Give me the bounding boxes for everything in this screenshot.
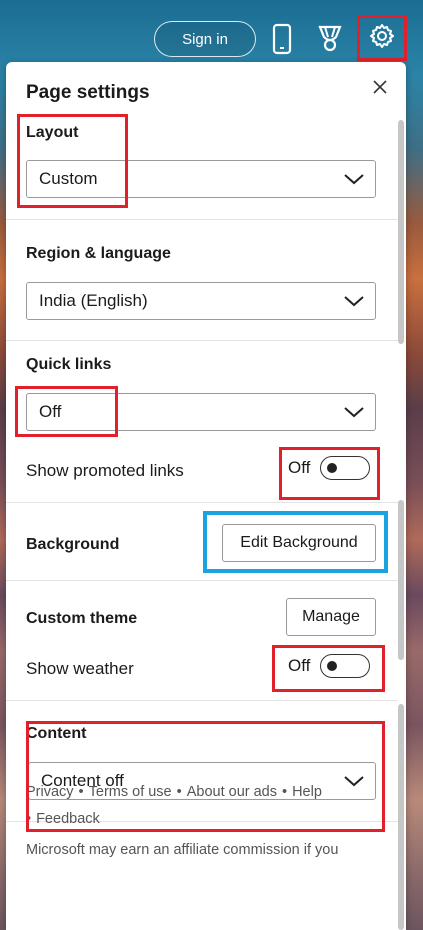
top-bar: Sign in [0, 0, 423, 62]
phone-icon[interactable] [264, 20, 300, 58]
settings-button[interactable] [357, 15, 407, 61]
region-selected-value: India (English) [39, 291, 148, 310]
background-label: Background [26, 536, 120, 553]
about-ads-link[interactable]: About our ads [187, 784, 277, 800]
divider [6, 502, 398, 503]
divider [6, 700, 398, 701]
region-select[interactable]: India (English) [26, 282, 376, 320]
chevron-down-icon [344, 776, 364, 787]
region-label: Region & language [26, 245, 171, 262]
manage-theme-button[interactable]: Manage [286, 598, 376, 636]
layout-label: Layout [26, 124, 79, 141]
chevron-down-icon [344, 407, 364, 418]
custom-theme-label: Custom theme [26, 610, 138, 627]
affiliate-note: Microsoft may earn an affiliate commissi… [26, 842, 339, 858]
feedback-link[interactable]: Feedback [36, 811, 100, 827]
page-settings-panel: Page settings Layout Custom Region & lan… [6, 62, 406, 930]
chevron-down-icon [344, 174, 364, 185]
divider [6, 340, 398, 341]
toggle-switch[interactable] [320, 456, 371, 480]
quick-links-selected-value: Off [39, 402, 62, 421]
panel-title: Page settings [26, 82, 150, 103]
help-link[interactable]: Help [292, 784, 322, 800]
promoted-links-state: Off [288, 458, 311, 477]
sign-in-button[interactable]: Sign in [154, 21, 256, 57]
terms-link[interactable]: Terms of use [89, 784, 172, 800]
footer-links: Privacy • Terms of use • About our ads • Help •… [26, 784, 322, 827]
edit-background-button[interactable]: Edit Background [222, 524, 376, 562]
weather-state: Off [288, 656, 311, 675]
divider [6, 219, 398, 220]
quick-links-select[interactable]: Off [26, 393, 376, 431]
content-label: Content [26, 725, 87, 742]
quick-links-label: Quick links [26, 356, 112, 373]
privacy-link[interactable]: Privacy [26, 784, 74, 800]
weather-toggle[interactable]: Off [288, 654, 371, 678]
toggle-switch[interactable] [320, 654, 371, 678]
close-icon[interactable] [370, 78, 390, 98]
layout-select[interactable]: Custom [26, 160, 376, 198]
trophy-icon[interactable] [312, 20, 348, 58]
divider [6, 580, 398, 581]
chevron-down-icon [344, 296, 364, 307]
layout-selected-value: Custom [39, 169, 98, 188]
scrollbar[interactable] [398, 120, 404, 930]
weather-label: Show weather [26, 659, 134, 678]
promoted-links-label: Show promoted links [26, 461, 184, 480]
promoted-links-toggle[interactable]: Off [288, 456, 371, 480]
gear-icon [368, 22, 396, 55]
